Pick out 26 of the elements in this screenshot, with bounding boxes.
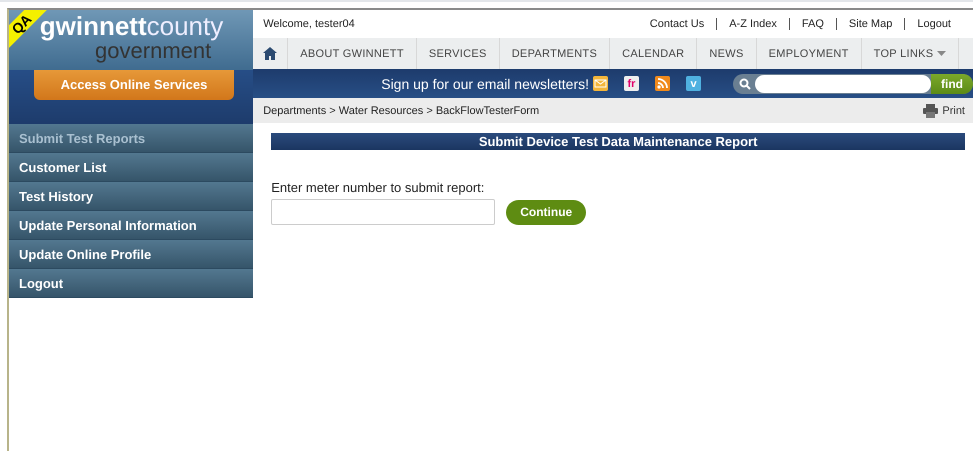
welcome-text: Welcome, tester04: [263, 18, 355, 30]
sidebar-item[interactable]: Update Online Profile: [9, 240, 254, 269]
utility-link[interactable]: Logout: [904, 18, 963, 30]
search-icon: [739, 78, 751, 90]
sidebar-item[interactable]: Test History: [9, 182, 254, 211]
utility-link[interactable]: Site Map: [836, 18, 904, 30]
meter-number-label: Enter meter number to submit report:: [271, 180, 486, 195]
envelope-icon[interactable]: [593, 76, 608, 91]
sidebar-item[interactable]: Logout: [9, 269, 254, 298]
sidebar-item[interactable]: Customer List: [9, 153, 254, 182]
meter-number-field[interactable]: [271, 199, 496, 225]
utility-link[interactable]: FAQ: [788, 18, 836, 30]
utility-link[interactable]: Contact Us: [638, 18, 716, 30]
rss-icon[interactable]: [655, 76, 670, 91]
flickr-icon[interactable]: fr: [624, 76, 639, 91]
logo-subtitle: government: [95, 40, 212, 62]
logo-banner[interactable]: QA gwinnettcounty government: [9, 10, 254, 70]
breadcrumb: Departments > Water Resources > BackFlowTesterForm: [263, 104, 540, 116]
continue-button[interactable]: Continue: [506, 200, 586, 224]
printer-icon: [923, 104, 938, 118]
sidebar-item[interactable]: Update Personal Information: [9, 211, 254, 240]
newsletter-link[interactable]: Sign up for our email newsletters!: [381, 76, 589, 92]
caret-icon: [937, 51, 946, 56]
print-link[interactable]: Print: [923, 104, 965, 118]
utility-link[interactable]: A-Z Index: [716, 18, 789, 30]
form-title: Submit Device Test Data Maintenance Report: [271, 133, 965, 150]
